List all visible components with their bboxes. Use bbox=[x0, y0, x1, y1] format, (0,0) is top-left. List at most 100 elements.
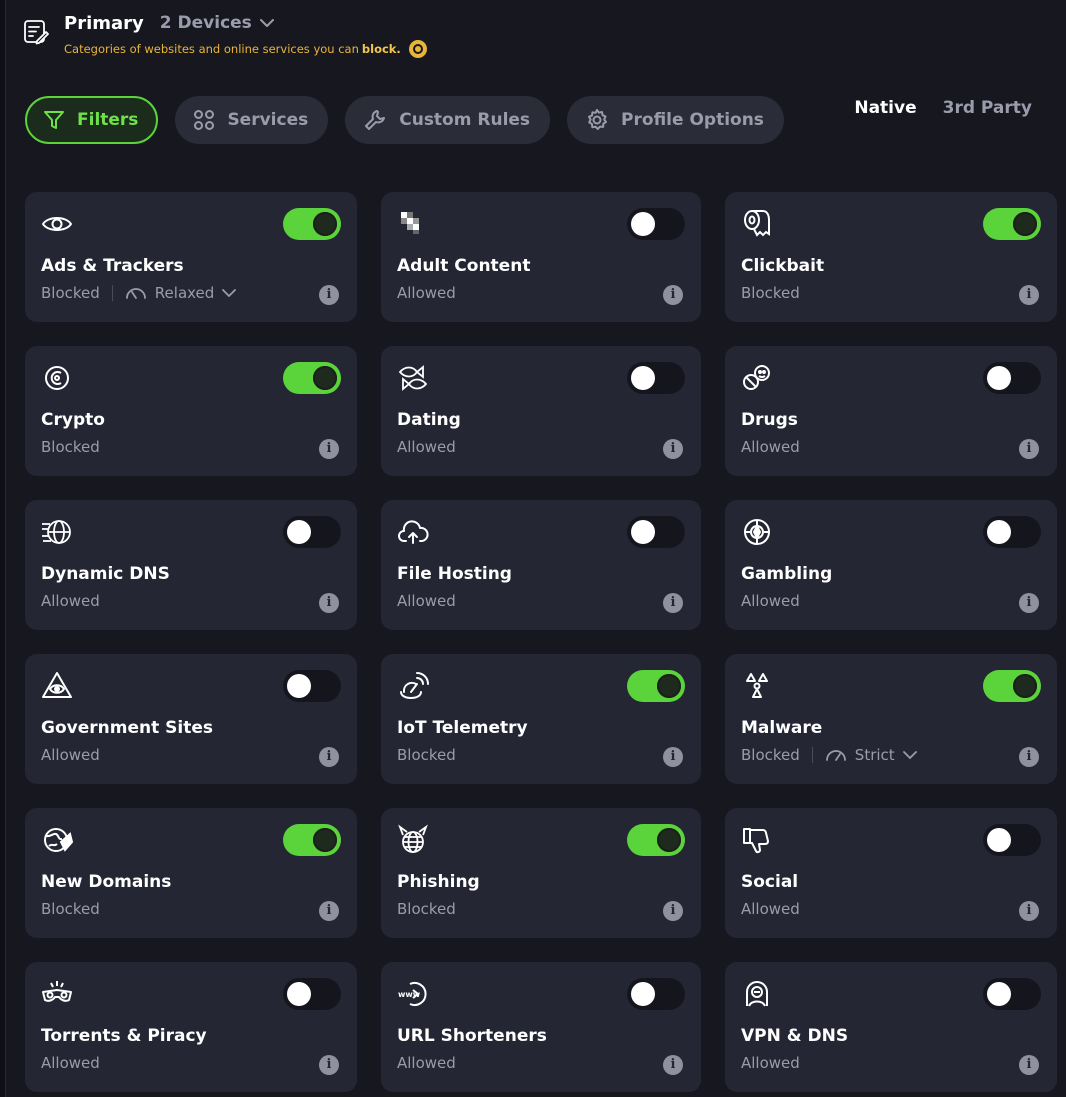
category-toggle[interactable] bbox=[283, 516, 341, 548]
blocklist-source-switch: Native 3rd Party bbox=[854, 98, 1032, 118]
category-toggle[interactable] bbox=[983, 824, 1041, 856]
profile-header: Primary 2 Devices Categories of websites… bbox=[22, 10, 427, 60]
devices-dropdown[interactable]: 2 Devices bbox=[160, 13, 274, 33]
native-option[interactable]: Native bbox=[854, 98, 916, 118]
info-icon[interactable]: i bbox=[319, 747, 339, 767]
category-status: Blocked bbox=[741, 284, 800, 302]
biohazard-icon bbox=[741, 670, 773, 702]
third-party-option[interactable]: 3rd Party bbox=[943, 98, 1032, 118]
coin-icon[interactable] bbox=[408, 40, 427, 58]
category-status: Allowed bbox=[397, 284, 456, 302]
svg-text:www: www bbox=[398, 990, 421, 999]
info-icon[interactable]: i bbox=[319, 1055, 339, 1075]
category-status: Allowed bbox=[397, 438, 456, 456]
crypto-coin-icon bbox=[41, 362, 73, 394]
info-icon[interactable]: i bbox=[1019, 901, 1039, 921]
info-icon[interactable]: i bbox=[319, 285, 339, 305]
tab-custom-rules[interactable]: Custom Rules bbox=[345, 96, 551, 144]
category-toggle[interactable] bbox=[627, 670, 685, 702]
category-toggle[interactable] bbox=[283, 978, 341, 1010]
fast-globe-icon bbox=[41, 516, 73, 548]
category-status: Blocked bbox=[397, 746, 456, 764]
category-status: Allowed bbox=[741, 900, 800, 918]
category-toggle[interactable] bbox=[627, 362, 685, 394]
category-toggle[interactable] bbox=[283, 670, 341, 702]
filter-level-dropdown[interactable]: Strict bbox=[825, 746, 917, 764]
category-toggle[interactable] bbox=[983, 670, 1041, 702]
devices-label: 2 Devices bbox=[159, 13, 252, 33]
category-toggle[interactable] bbox=[283, 362, 341, 394]
category-status: Blocked bbox=[397, 900, 456, 918]
info-icon[interactable]: i bbox=[1019, 285, 1039, 305]
header-subtitle: Categories of websites and online servic… bbox=[64, 40, 427, 58]
info-icon[interactable]: i bbox=[663, 1055, 683, 1075]
fish-icon bbox=[397, 362, 429, 394]
profile-name: Primary bbox=[64, 12, 144, 34]
category-status: Blocked bbox=[741, 746, 800, 764]
info-icon[interactable]: i bbox=[1019, 747, 1039, 767]
category-card-malware: Malware Blocked Strict i bbox=[725, 654, 1057, 784]
category-card-social: Social Allowed i bbox=[725, 808, 1057, 938]
tab-filters[interactable]: Filters bbox=[25, 96, 159, 144]
category-toggle[interactable] bbox=[983, 516, 1041, 548]
category-card-ads-trackers: Ads & Trackers Blocked Relaxed i bbox=[25, 192, 357, 322]
category-status: Allowed bbox=[41, 1054, 100, 1072]
filter-level-dropdown[interactable]: Relaxed bbox=[125, 284, 237, 302]
category-toggle[interactable] bbox=[627, 208, 685, 240]
chevron-down-icon bbox=[259, 18, 274, 27]
category-card-file-hosting: File Hosting Allowed i bbox=[381, 500, 701, 630]
filter-list-icon bbox=[22, 18, 50, 46]
category-card-gambling: Gambling Allowed i bbox=[725, 500, 1057, 630]
funnel-icon bbox=[44, 111, 64, 129]
category-card-adult-content: Adult Content Allowed i bbox=[381, 192, 701, 322]
category-status: Blocked bbox=[41, 900, 100, 918]
tab-services[interactable]: Services bbox=[175, 96, 329, 144]
cloud-upload-icon bbox=[397, 516, 429, 548]
info-icon[interactable]: i bbox=[663, 285, 683, 305]
info-icon[interactable]: i bbox=[319, 439, 339, 459]
category-card-dating: Dating Allowed i bbox=[381, 346, 701, 476]
info-icon[interactable]: i bbox=[663, 747, 683, 767]
speedometer-icon bbox=[825, 750, 846, 761]
info-icon[interactable]: i bbox=[663, 901, 683, 921]
speedometer-icon bbox=[125, 288, 146, 299]
toilet-paper-icon bbox=[741, 208, 773, 240]
www-link-icon: www bbox=[397, 978, 429, 1010]
category-card-torrents-piracy: Torrents & Piracy Allowed i bbox=[25, 962, 357, 1092]
divider bbox=[811, 747, 813, 763]
category-toggle[interactable] bbox=[283, 208, 341, 240]
eye-icon bbox=[41, 208, 73, 240]
category-status: Allowed bbox=[397, 1054, 456, 1072]
grid-icon bbox=[194, 110, 215, 130]
satellite-dish-icon bbox=[397, 670, 429, 702]
info-icon[interactable]: i bbox=[1019, 1055, 1039, 1075]
category-card-government-sites: Government Sites Allowed i bbox=[25, 654, 357, 784]
info-icon[interactable]: i bbox=[663, 439, 683, 459]
category-status: Allowed bbox=[41, 746, 100, 764]
category-status: Allowed bbox=[397, 592, 456, 610]
category-toggle[interactable] bbox=[627, 516, 685, 548]
info-icon[interactable]: i bbox=[663, 593, 683, 613]
thumbs-down-icon bbox=[741, 824, 773, 856]
info-icon[interactable]: i bbox=[1019, 439, 1039, 459]
category-toggle[interactable] bbox=[627, 978, 685, 1010]
profile-tabs: Filters Services Custom Rules Profile Op… bbox=[25, 96, 784, 144]
category-card-new-domains: New Domains Blocked i bbox=[25, 808, 357, 938]
globe-tag-icon bbox=[41, 824, 74, 856]
category-toggle[interactable] bbox=[983, 362, 1041, 394]
tab-profile-options[interactable]: Profile Options bbox=[567, 96, 784, 144]
info-icon[interactable]: i bbox=[1019, 593, 1039, 613]
chevron-down-icon bbox=[222, 288, 237, 297]
category-toggle[interactable] bbox=[627, 824, 685, 856]
info-icon[interactable]: i bbox=[319, 593, 339, 613]
category-card-clickbait: Clickbait Blocked i bbox=[725, 192, 1057, 322]
category-card-iot-telemetry: IoT Telemetry Blocked i bbox=[381, 654, 701, 784]
category-toggle[interactable] bbox=[983, 208, 1041, 240]
category-card-drugs: Drugs Allowed i bbox=[725, 346, 1057, 476]
category-toggle[interactable] bbox=[983, 978, 1041, 1010]
category-status: Blocked bbox=[41, 284, 100, 302]
info-icon[interactable]: i bbox=[319, 901, 339, 921]
category-card-phishing: Phishing Blocked i bbox=[381, 808, 701, 938]
devil-globe-icon bbox=[397, 824, 429, 856]
category-toggle[interactable] bbox=[283, 824, 341, 856]
